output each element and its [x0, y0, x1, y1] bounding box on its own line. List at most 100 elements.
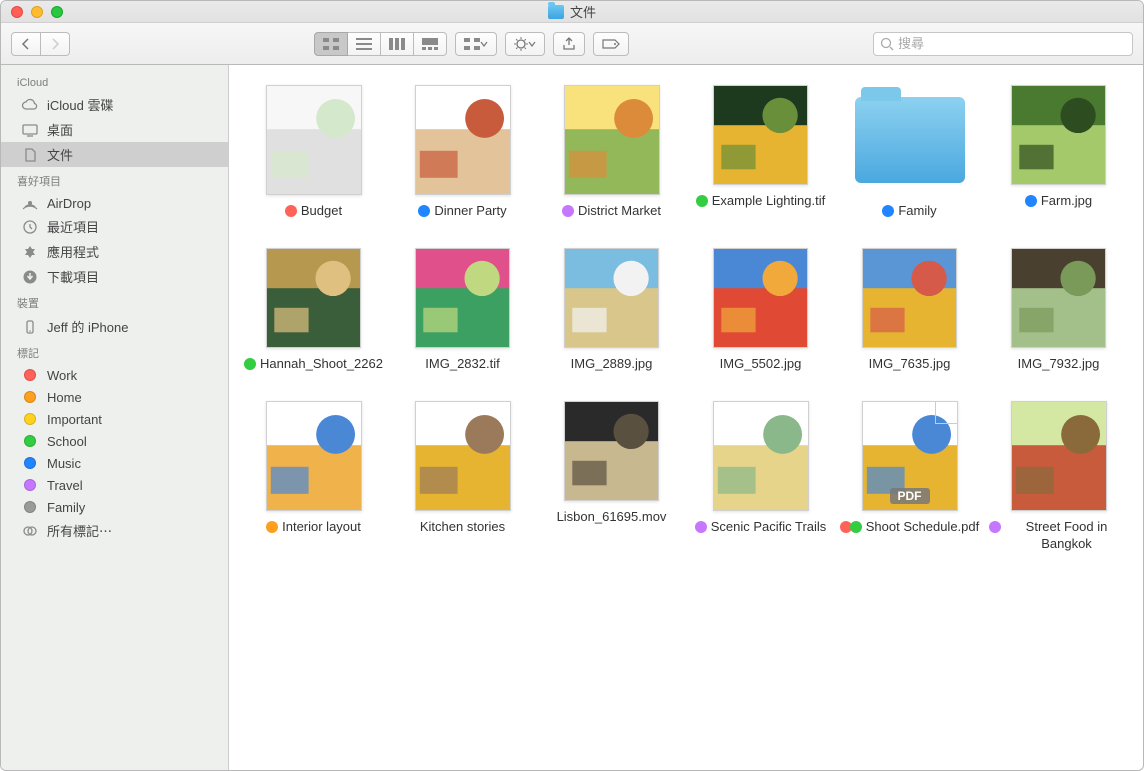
sidebar-item[interactable]: Work — [1, 364, 228, 386]
action-button[interactable] — [505, 32, 545, 56]
file-item[interactable]: Street Food in Bangkok — [984, 401, 1133, 553]
close-button[interactable] — [11, 6, 23, 18]
file-item[interactable]: Example Lighting.tif — [686, 85, 835, 220]
file-item[interactable]: IMG_7932.jpg — [984, 248, 1133, 373]
list-view-button[interactable] — [348, 32, 381, 56]
file-name: Hannah_Shoot_2262 — [260, 356, 383, 373]
file-item[interactable]: IMG_5502.jpg — [686, 248, 835, 373]
recent-icon — [21, 219, 39, 235]
sidebar-item-label: Music — [47, 456, 81, 471]
sidebar-item[interactable]: 桌面 — [1, 117, 228, 142]
file-item[interactable]: District Market — [537, 85, 686, 220]
share-button[interactable] — [553, 32, 585, 56]
toolbar — [1, 23, 1143, 65]
file-item[interactable]: Hannah_Shoot_2262 — [239, 248, 388, 373]
file-thumbnail — [415, 85, 511, 195]
file-thumbnail — [266, 248, 361, 348]
file-item[interactable]: Kitchen stories — [388, 401, 537, 553]
tag-dot — [418, 205, 430, 217]
sidebar-item[interactable]: 文件 — [1, 142, 228, 167]
arrange-button[interactable] — [455, 32, 497, 56]
file-name: IMG_5502.jpg — [720, 356, 802, 373]
file-label: IMG_2889.jpg — [571, 356, 653, 373]
alltags-icon — [21, 523, 39, 539]
file-item[interactable]: Family — [835, 85, 984, 220]
airdrop-icon — [21, 195, 39, 211]
sidebar-item[interactable]: Travel — [1, 474, 228, 496]
content-area[interactable]: Budget Dinner Party District Market Exam… — [229, 65, 1143, 770]
cloud-icon — [21, 97, 39, 113]
file-item[interactable]: PDFShoot Schedule.pdf — [835, 401, 984, 553]
sidebar-item[interactable]: 下載項目 — [1, 264, 228, 289]
file-name: Interior layout — [282, 519, 361, 536]
file-item[interactable]: IMG_2889.jpg — [537, 248, 686, 373]
folder-icon — [855, 97, 965, 183]
apps-icon — [21, 244, 39, 260]
sidebar-item[interactable]: Music — [1, 452, 228, 474]
file-thumbnail — [1011, 248, 1106, 348]
file-label: Kitchen stories — [420, 519, 505, 536]
tag-icon — [21, 477, 39, 493]
file-grid: Budget Dinner Party District Market Exam… — [239, 85, 1133, 553]
sidebar: iCloudiCloud 雲碟桌面文件喜好項目AirDrop最近項目應用程式下載… — [1, 65, 229, 770]
tags-button[interactable] — [593, 32, 629, 56]
sidebar-item-label: Jeff 的 iPhone — [47, 317, 128, 336]
finder-window: 文件 iC — [0, 0, 1144, 771]
search-input[interactable] — [898, 36, 1126, 51]
sidebar-item-label: 應用程式 — [47, 242, 99, 261]
minimize-button[interactable] — [31, 6, 43, 18]
file-label: Lisbon_61695.mov — [557, 509, 667, 526]
sidebar-item[interactable]: Important — [1, 408, 228, 430]
download-icon — [21, 269, 39, 285]
sidebar-item[interactable]: 最近項目 — [1, 214, 228, 239]
file-label: Dinner Party — [418, 203, 506, 220]
file-name: Farm.jpg — [1041, 193, 1092, 210]
sidebar-item[interactable]: iCloud 雲碟 — [1, 92, 228, 117]
file-thumbnail — [564, 248, 659, 348]
sidebar-item[interactable]: Home — [1, 386, 228, 408]
sidebar-item-label: School — [47, 434, 87, 449]
column-view-button[interactable] — [381, 32, 414, 56]
file-label: Scenic Pacific Trails — [695, 519, 827, 536]
file-item[interactable]: IMG_7635.jpg — [835, 248, 984, 373]
sidebar-item-label: 下載項目 — [47, 267, 99, 286]
maximize-button[interactable] — [51, 6, 63, 18]
file-label: Hannah_Shoot_2262 — [244, 356, 383, 373]
forward-button[interactable] — [41, 32, 70, 56]
file-label: Example Lighting.tif — [696, 193, 825, 210]
window-body: iCloudiCloud 雲碟桌面文件喜好項目AirDrop最近項目應用程式下載… — [1, 65, 1143, 770]
arrange-group — [455, 32, 497, 56]
icon-view-button[interactable] — [314, 32, 348, 56]
sidebar-item[interactable]: Jeff 的 iPhone — [1, 314, 228, 339]
file-item[interactable]: IMG_2832.tif — [388, 248, 537, 373]
tag-dot — [285, 205, 297, 217]
back-button[interactable] — [11, 32, 41, 56]
file-label: Family — [882, 203, 936, 220]
file-item[interactable]: Lisbon_61695.mov — [537, 401, 686, 553]
title-text: 文件 — [570, 2, 596, 21]
file-item[interactable]: Dinner Party — [388, 85, 537, 220]
sidebar-item[interactable]: 所有標記⋯ — [1, 518, 228, 543]
file-thumbnail — [564, 401, 659, 501]
sidebar-item-label: Work — [47, 368, 77, 383]
file-thumbnail — [862, 248, 957, 348]
file-item[interactable]: Farm.jpg — [984, 85, 1133, 220]
file-thumbnail — [713, 401, 809, 511]
sidebar-item[interactable]: 應用程式 — [1, 239, 228, 264]
titlebar: 文件 — [1, 1, 1143, 23]
file-item[interactable]: Budget — [239, 85, 388, 220]
file-item[interactable]: Scenic Pacific Trails — [686, 401, 835, 553]
tag-icon — [21, 433, 39, 449]
sidebar-item[interactable]: School — [1, 430, 228, 452]
folder-icon — [548, 5, 564, 19]
tag-dot — [266, 521, 278, 533]
sidebar-item-label: Travel — [47, 478, 83, 493]
sidebar-item-label: 桌面 — [47, 120, 73, 139]
search-field[interactable] — [873, 32, 1133, 56]
file-item[interactable]: Interior layout — [239, 401, 388, 553]
file-thumbnail — [1011, 401, 1107, 511]
sidebar-item[interactable]: AirDrop — [1, 192, 228, 214]
sidebar-item[interactable]: Family — [1, 496, 228, 518]
doc-icon — [21, 147, 39, 163]
gallery-view-button[interactable] — [414, 32, 447, 56]
